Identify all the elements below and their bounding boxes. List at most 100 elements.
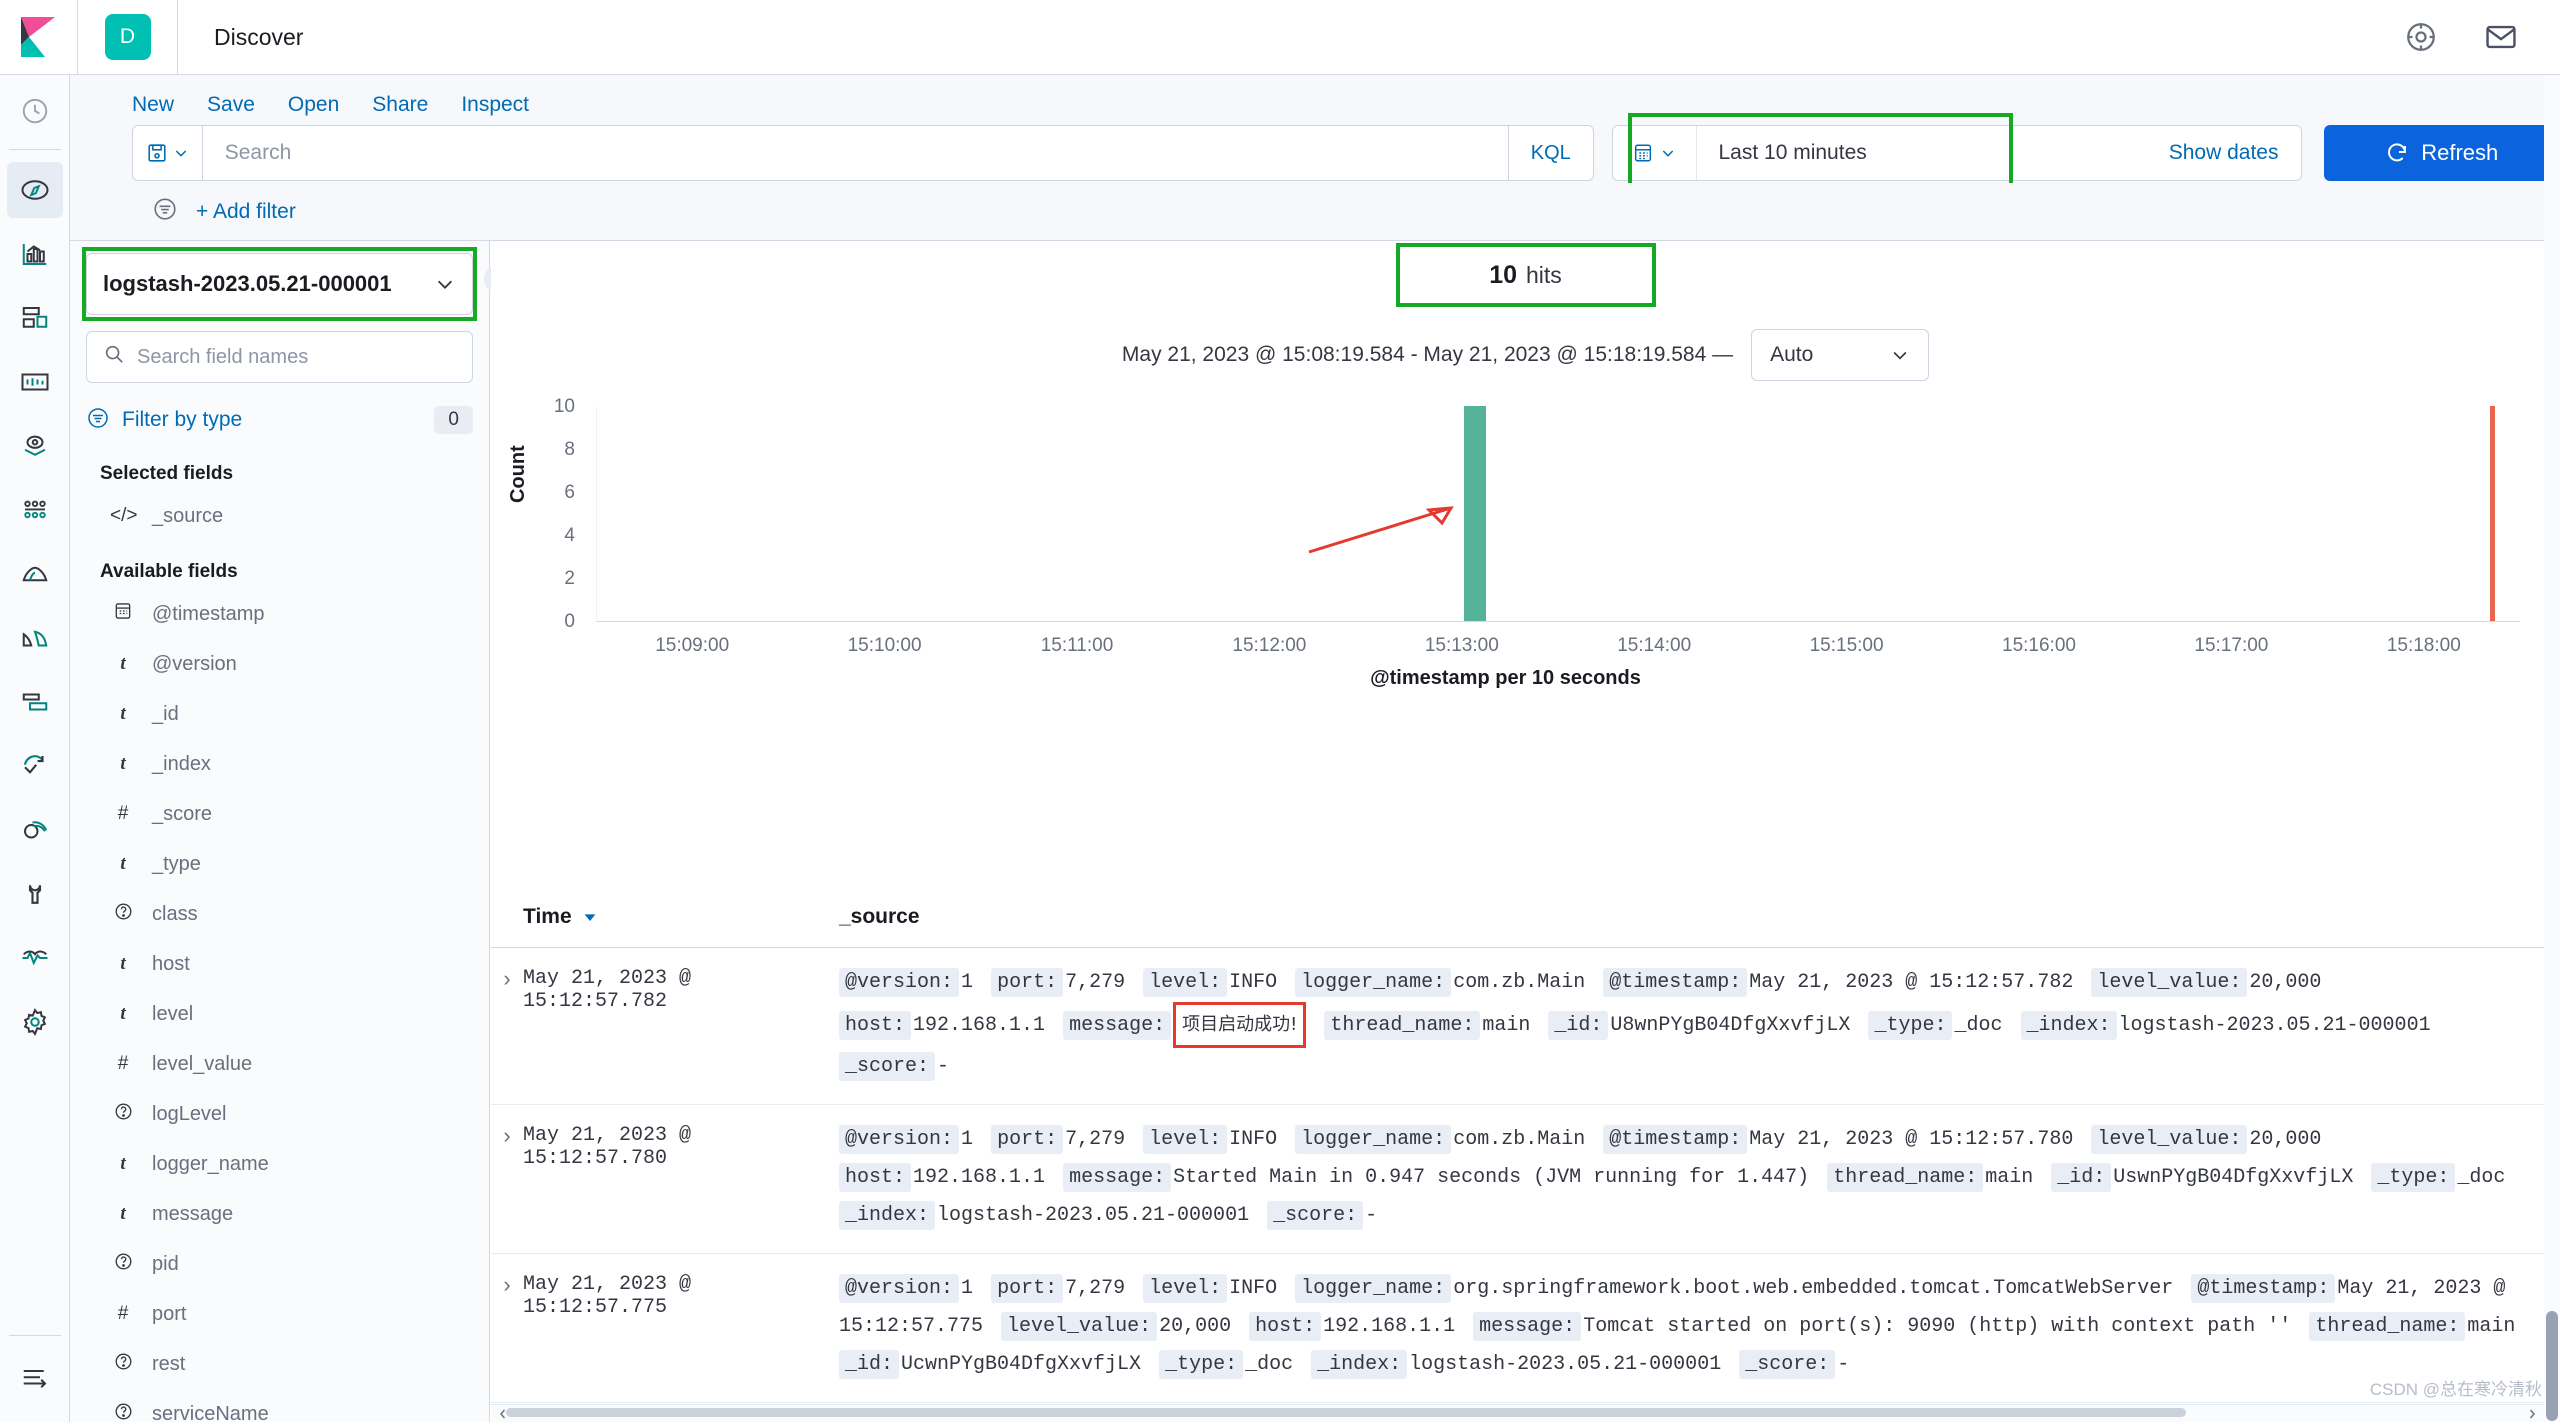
interval-select[interactable]: Auto bbox=[1751, 329, 1930, 381]
field-key: level: bbox=[1143, 968, 1228, 997]
saved-query-button[interactable] bbox=[132, 125, 202, 181]
field-name: message bbox=[152, 1202, 234, 1225]
field-value: - bbox=[937, 1055, 950, 1078]
vertical-scrollbar-track[interactable] bbox=[2544, 75, 2560, 1422]
field-item-source[interactable]: </> _source bbox=[70, 491, 489, 541]
calendar-icon[interactable] bbox=[1613, 126, 1697, 180]
mail-icon[interactable] bbox=[2484, 20, 2518, 54]
sidebar-item-discover[interactable] bbox=[6, 162, 63, 218]
time-column-header[interactable]: Time bbox=[523, 905, 839, 929]
expand-row-icon[interactable]: › bbox=[491, 1121, 523, 1235]
field-item-type[interactable]: t _type bbox=[70, 839, 489, 889]
field-value: 192.168.1.1 bbox=[913, 1014, 1046, 1037]
field-item-version[interactable]: t @version bbox=[70, 639, 489, 689]
field-key: logger_name: bbox=[1295, 1125, 1452, 1154]
field-item-score[interactable]: # _score bbox=[70, 789, 489, 839]
menu-new[interactable]: New bbox=[132, 93, 174, 117]
sidebar-item-siem[interactable] bbox=[7, 802, 63, 858]
menu-inspect[interactable]: Inspect bbox=[461, 93, 529, 117]
sidebar-item-monitoring[interactable] bbox=[7, 930, 63, 986]
chart-plot-area[interactable] bbox=[596, 406, 2520, 622]
index-pattern-value: logstash-2023.05.21-000001 bbox=[103, 271, 392, 296]
histogram-bar[interactable] bbox=[2490, 406, 2496, 621]
query-language-button[interactable]: KQL bbox=[1509, 125, 1594, 181]
field-item-rest[interactable]: rest bbox=[70, 1339, 489, 1389]
sidebar-item-dev-tools[interactable] bbox=[7, 866, 63, 922]
primary-nav-rail bbox=[0, 75, 70, 1422]
field-item-logLevel[interactable]: logLevel bbox=[70, 1089, 489, 1139]
expand-row-icon[interactable]: › bbox=[491, 1270, 523, 1384]
field-item-level[interactable]: t level bbox=[70, 989, 489, 1039]
field-name: _score bbox=[152, 802, 213, 825]
time-column-label: Time bbox=[523, 904, 572, 928]
field-item-loggername[interactable]: t logger_name bbox=[70, 1139, 489, 1189]
index-pattern-select[interactable]: logstash-2023.05.21-000001 bbox=[86, 253, 473, 315]
field-value: 20,000 bbox=[2249, 1128, 2322, 1151]
sidebar-item-dashboard[interactable] bbox=[7, 290, 63, 346]
add-filter-button[interactable]: + Add filter bbox=[196, 200, 296, 224]
field-value: logstash-2023.05.21-000001 bbox=[937, 1204, 1250, 1227]
source-column-header[interactable]: _source bbox=[839, 905, 2560, 929]
field-value: UcwnPYgB04DfgXxvfjLX bbox=[901, 1353, 1142, 1376]
field-item-timestamp[interactable]: @timestamp bbox=[70, 589, 489, 639]
horizontal-scrollbar-thumb[interactable] bbox=[506, 1408, 2186, 1417]
field-search-placeholder: Search field names bbox=[137, 345, 309, 368]
sidebar-item-maps[interactable] bbox=[7, 418, 63, 474]
menu-open[interactable]: Open bbox=[288, 93, 339, 117]
refresh-button[interactable]: Refresh bbox=[2323, 125, 2560, 181]
field-key: thread_name: bbox=[1827, 1163, 1984, 1192]
field-item-index[interactable]: t _index bbox=[70, 739, 489, 789]
collapse-nav-icon[interactable] bbox=[7, 1348, 63, 1404]
sidebar-item-canvas[interactable] bbox=[7, 354, 63, 410]
field-item-message[interactable]: t message bbox=[70, 1189, 489, 1239]
sidebar-item-infrastructure[interactable] bbox=[7, 546, 63, 602]
field-item-serviceName[interactable]: serviceName bbox=[70, 1389, 489, 1422]
timerange-text: May 21, 2023 @ 15:08:19.584 - May 21, 20… bbox=[1121, 343, 1734, 366]
sidebar-item-visualize[interactable] bbox=[7, 226, 63, 282]
table-row[interactable]: › May 21, 2023 @ 15:12:57.780 @version: 1 p… bbox=[491, 1105, 2560, 1254]
help-icon[interactable] bbox=[2404, 20, 2438, 54]
field-item-pid[interactable]: pid bbox=[70, 1239, 489, 1289]
field-item-levelvalue[interactable]: # level_value bbox=[70, 1039, 489, 1089]
field-value: main bbox=[2467, 1315, 2516, 1338]
field-item-class[interactable]: class bbox=[70, 889, 489, 939]
sidebar-item-apm[interactable] bbox=[7, 674, 63, 730]
menu-save[interactable]: Save bbox=[207, 93, 255, 117]
show-dates-button[interactable]: Show dates bbox=[2169, 126, 2301, 180]
menu-share[interactable]: Share bbox=[372, 93, 428, 117]
date-range-value[interactable]: Last 10 minutes bbox=[1697, 126, 2169, 180]
scroll-right-icon[interactable] bbox=[2526, 1408, 2538, 1420]
sidebar-item-machine-learning[interactable] bbox=[7, 482, 63, 538]
field-search-input[interactable]: Search field names bbox=[86, 331, 473, 383]
sidebar-item-recently-viewed[interactable] bbox=[7, 83, 63, 139]
field-item-host[interactable]: t host bbox=[70, 939, 489, 989]
kibana-logo[interactable] bbox=[0, 0, 78, 75]
field-name: rest bbox=[152, 1352, 186, 1375]
field-name: level_value bbox=[152, 1052, 253, 1075]
sidebar-item-management[interactable] bbox=[7, 994, 63, 1050]
expand-row-icon[interactable]: › bbox=[491, 964, 523, 1086]
filter-by-type-button[interactable]: Filter by type 0 bbox=[86, 397, 473, 443]
field-key: _id: bbox=[2051, 1163, 2112, 1192]
search-input[interactable]: Search bbox=[201, 125, 1510, 181]
date-picker-wrapper: Last 10 minutes Show dates bbox=[1611, 113, 2302, 195]
field-name: _id bbox=[152, 702, 179, 725]
super-date-picker[interactable]: Last 10 minutes Show dates bbox=[1611, 125, 2302, 181]
field-item-id[interactable]: t _id bbox=[70, 689, 489, 739]
field-key: _index: bbox=[2020, 1011, 2117, 1040]
sidebar-item-uptime[interactable] bbox=[7, 738, 63, 794]
field-key: _type: bbox=[1868, 1011, 1953, 1040]
filter-icon[interactable] bbox=[152, 196, 178, 227]
histogram-bar[interactable] bbox=[1464, 406, 1487, 621]
table-row[interactable]: › May 21, 2023 @ 15:12:57.775 @version: 1 p… bbox=[491, 1254, 2560, 1403]
field-item-port[interactable]: # port bbox=[70, 1289, 489, 1339]
sidebar-item-logs[interactable] bbox=[7, 610, 63, 666]
field-key: _index: bbox=[839, 1201, 936, 1230]
field-key: @timestamp: bbox=[1603, 968, 1748, 997]
vertical-scrollbar-thumb[interactable] bbox=[2546, 1311, 2558, 1421]
field-value: com.zb.Main bbox=[1453, 971, 1586, 994]
table-row[interactable]: › May 21, 2023 @ 15:12:57.782 @version: 1 p… bbox=[491, 948, 2560, 1105]
app-badge[interactable]: D bbox=[78, 0, 178, 75]
histogram-chart[interactable]: Count 0 2 4 6 8 10 15:09:00 15:10:00 15:11:00 15… bbox=[491, 396, 2520, 689]
discover-main: 10 hits May 21, 2023 @ 15:08:19.584 - Ma… bbox=[491, 241, 2560, 1422]
